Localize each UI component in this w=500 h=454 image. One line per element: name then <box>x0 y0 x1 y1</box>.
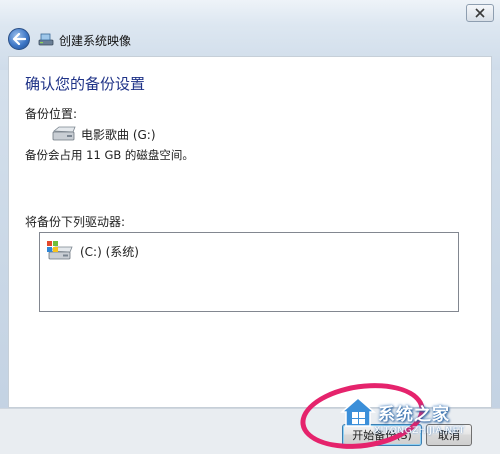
windows-system-drive-icon <box>47 241 73 260</box>
backup-app-icon <box>38 33 54 46</box>
back-arrow-icon <box>12 33 26 45</box>
list-item[interactable]: (C:) (系统) <box>46 239 139 263</box>
page-heading: 确认您的备份设置 <box>25 75 146 93</box>
hard-drive-icon <box>52 126 76 141</box>
target-drive: 电影歌曲 (G:) <box>51 123 156 145</box>
space-required-note: 备份会占用 11 GB 的磁盘空间。 <box>25 148 194 162</box>
content-panel: 确认您的备份设置 备份位置: 电影歌曲 (G:) 备份会占用 11 GB 的磁盘… <box>8 56 492 408</box>
window-title: 创建系统映像 <box>59 34 132 48</box>
backup-location-label: 备份位置: <box>25 107 78 121</box>
backup-drive-list[interactable]: (C:) (系统) <box>39 232 459 312</box>
close-icon <box>475 8 485 18</box>
target-drive-label: 电影歌曲 (G:) <box>81 127 156 142</box>
back-button[interactable] <box>8 28 30 50</box>
close-button[interactable] <box>466 4 494 22</box>
backup-drives-label: 将备份下列驱动器: <box>25 215 126 229</box>
cancel-button[interactable]: 取消 <box>426 424 472 446</box>
create-system-image-window: 创建系统映像 确认您的备份设置 备份位置: 电影歌曲 (G:) 备份会占用 11… <box>0 0 500 454</box>
drive-c-label: (C:) (系统) <box>80 244 139 259</box>
button-bar: 开始备份(S) 取消 <box>0 408 500 454</box>
